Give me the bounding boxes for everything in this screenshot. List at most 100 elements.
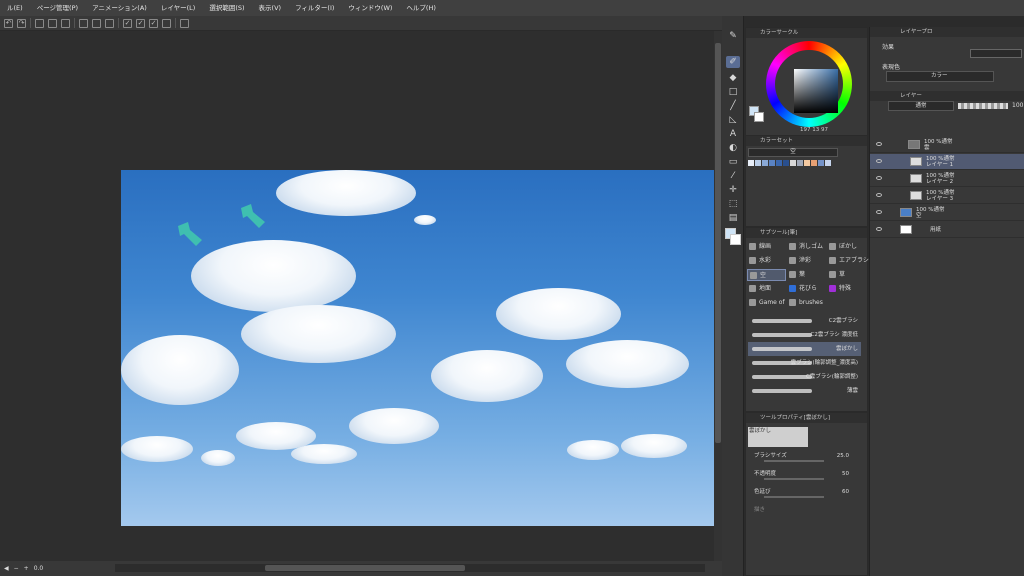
subtool-group[interactable]: 花びら (787, 283, 826, 295)
menu-help[interactable]: ヘルプ(H) (399, 0, 442, 16)
color-set-select[interactable]: 空 (748, 148, 838, 157)
select-all-icon[interactable] (105, 18, 114, 28)
subtool-group[interactable]: 滲彩 (787, 255, 826, 267)
eyedropper-icon[interactable]: ⁄ (726, 170, 740, 182)
saturation-value-square[interactable] (794, 69, 838, 113)
zoom-out-icon[interactable]: − (14, 565, 19, 572)
scroll-thumb[interactable] (265, 565, 465, 571)
vertical-scrollbar[interactable] (714, 31, 722, 561)
color-swatch[interactable] (790, 160, 796, 166)
prop-draw[interactable]: 描き (754, 505, 859, 515)
hue-wheel[interactable] (766, 41, 852, 127)
navigator-icon[interactable]: ◀ (4, 565, 9, 572)
menu-animation[interactable]: アニメーション(A) (85, 0, 154, 16)
gradient-icon[interactable]: ◐ (726, 142, 740, 154)
check-icon[interactable]: ✓ (123, 18, 132, 28)
prop-brush-size[interactable]: ブラシサイズ 25.0 (754, 451, 859, 462)
color-swatch[interactable] (748, 160, 754, 166)
opacity-slider[interactable] (958, 103, 1008, 109)
color-swatch[interactable] (783, 160, 789, 166)
text-icon[interactable]: A (726, 128, 740, 140)
sub-color-swatch[interactable] (754, 112, 764, 122)
check-icon[interactable]: ✓ (136, 18, 145, 28)
check-icon[interactable]: ✓ (149, 18, 158, 28)
select-icon[interactable]: ⬚ (726, 198, 740, 210)
blend-mode-select[interactable]: 通常 (888, 101, 954, 111)
expression-color-select[interactable]: カラー (886, 71, 994, 82)
menu-layer[interactable]: レイヤー(L) (154, 0, 203, 16)
eye-icon[interactable] (876, 227, 882, 231)
color-swatch[interactable] (811, 160, 817, 166)
horizontal-scrollbar[interactable] (115, 564, 705, 572)
prop-value[interactable]: 50 (842, 469, 849, 479)
color-swatch[interactable] (825, 160, 831, 166)
scroll-thumb[interactable] (715, 43, 721, 443)
brush-item[interactable]: 雲ブラシ(輪郭調整_濃度高) (748, 356, 861, 370)
fill-icon[interactable] (48, 18, 57, 28)
color-swatch[interactable] (755, 160, 761, 166)
prop-slider[interactable] (764, 460, 824, 462)
eye-icon[interactable] (876, 210, 882, 214)
opacity-value[interactable]: 100 (1012, 102, 1023, 109)
eye-icon[interactable] (876, 176, 882, 180)
eye-icon[interactable] (876, 193, 882, 197)
brush-item[interactable]: C2雲ブラシ 濃度低 (748, 328, 861, 342)
prop-opacity[interactable]: 不透明度 50 (754, 469, 859, 480)
menu-view[interactable]: 表示(V) (252, 0, 289, 16)
transform-icon[interactable] (61, 18, 70, 28)
prop-slider[interactable] (764, 496, 824, 498)
subtool-group[interactable]: 水彩 (747, 255, 786, 267)
subtool-group[interactable]: Game of (747, 297, 786, 309)
zoom-in-icon[interactable]: + (24, 565, 29, 572)
subtool-group[interactable]: 特殊 (827, 283, 866, 295)
layer-row[interactable]: 100 %通常 レイヤー 2 (870, 171, 1024, 187)
brush-item[interactable]: 雲ぼかし (748, 342, 861, 356)
subtool-group[interactable]: brushes (787, 297, 826, 309)
frame-icon[interactable]: ▤ (726, 212, 740, 224)
eye-icon[interactable] (876, 142, 882, 146)
canvas-area[interactable] (0, 31, 718, 561)
subtool-group[interactable]: 葉 (787, 269, 826, 281)
subtool-group[interactable]: 線画 (747, 241, 786, 253)
deselect-icon[interactable] (79, 18, 88, 28)
pen-icon[interactable]: ✎ (726, 30, 740, 42)
menu-page[interactable]: ページ管理(P) (30, 0, 85, 16)
brush-item[interactable]: 薄雲 (748, 384, 861, 398)
prop-value[interactable]: 60 (842, 487, 849, 497)
layer-folder[interactable]: 100 %通常雲 (870, 137, 1024, 153)
line-icon[interactable]: ╱ (726, 100, 740, 112)
prop-color-stretch[interactable]: 色延び 60 (754, 487, 859, 498)
layer-property-tab[interactable]: レイヤープロ (870, 27, 1024, 37)
sky-artwork[interactable] (121, 170, 714, 526)
brush-item[interactable]: C2雲ブラシ (748, 314, 861, 328)
layer-row[interactable]: 100 %通常空 (870, 205, 1024, 221)
clear-icon[interactable] (35, 18, 44, 28)
invert-selection-icon[interactable] (92, 18, 101, 28)
move-icon[interactable]: ✛ (726, 184, 740, 196)
layer-row[interactable]: 用紙 (870, 222, 1024, 238)
color-swatch[interactable] (776, 160, 782, 166)
menu-selection[interactable]: 選択範囲(S) (202, 0, 251, 16)
color-swatch[interactable] (818, 160, 824, 166)
menu-window[interactable]: ウィンドウ(W) (341, 0, 399, 16)
prop-value[interactable]: 25.0 (837, 451, 849, 461)
prop-slider[interactable] (764, 478, 824, 480)
subtool-group[interactable]: 草 (827, 269, 866, 281)
rect-icon[interactable]: □ (726, 86, 740, 98)
eye-icon[interactable] (876, 159, 882, 163)
color-swatch[interactable] (769, 160, 775, 166)
subtool-group[interactable]: エアブラシ (827, 255, 869, 267)
layer-row[interactable]: 100 %通常 レイヤー 3 (870, 188, 1024, 204)
layer-row[interactable]: 100 %通常 レイヤー 1 (870, 154, 1024, 170)
eraser-icon[interactable]: ▭ (726, 156, 740, 168)
subtool-group[interactable]: 消しゴム (787, 241, 826, 253)
subtool-group[interactable]: 空 (747, 269, 786, 281)
effect-buttons[interactable] (970, 49, 1022, 58)
zoom-level[interactable]: 0.0 (34, 565, 44, 572)
subtool-group[interactable]: ぼかし (827, 241, 866, 253)
document-icon[interactable] (162, 18, 171, 28)
color-swatch[interactable] (804, 160, 810, 166)
layer-tab[interactable]: レイヤー (870, 91, 1024, 101)
undo-icon[interactable]: ↶ (4, 18, 13, 28)
subtool-group[interactable]: 地面 (747, 283, 786, 295)
